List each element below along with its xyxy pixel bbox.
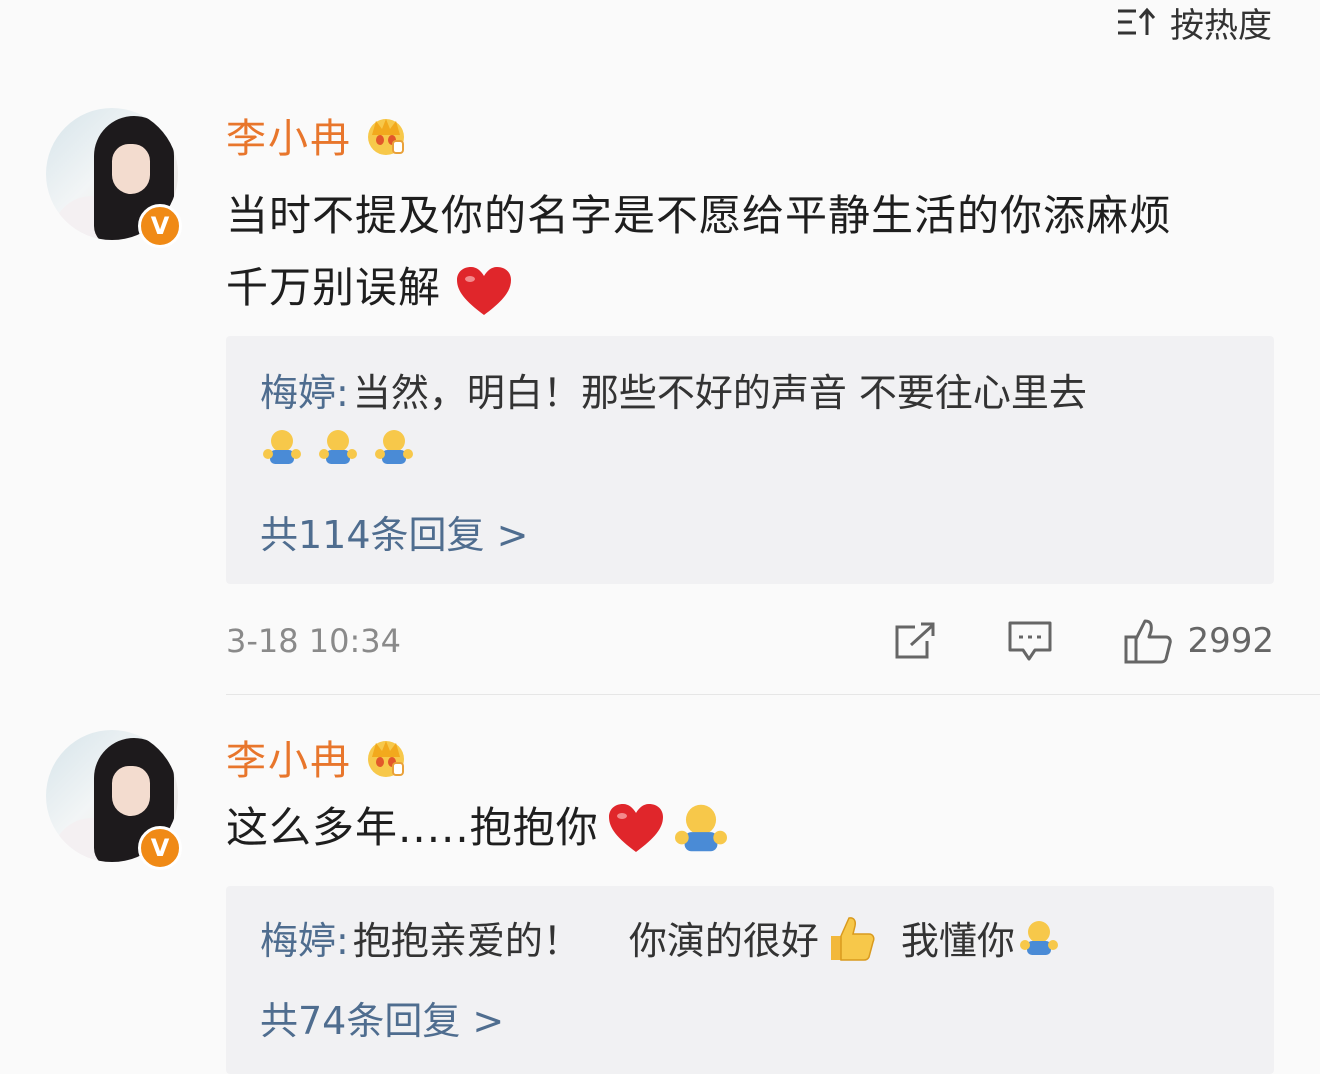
comment-text-line: 当时不提及你的名字是不愿给平静生活的你添麻烦 bbox=[226, 191, 1173, 240]
red-heart-emoji bbox=[608, 804, 663, 852]
comment-author[interactable]: 李小冉 bbox=[226, 728, 352, 786]
reply-box[interactable]: 梅婷: 当然，明白！那些不好的声音 不要往心里去 共114条回复 > bbox=[226, 336, 1274, 584]
reply-text-c: 我懂你 bbox=[900, 919, 1015, 963]
hug-emoji bbox=[375, 430, 413, 464]
hug-emoji bbox=[1019, 920, 1058, 955]
view-replies-link[interactable]: 共114条回复 > bbox=[260, 504, 528, 559]
crown-badge-icon bbox=[368, 741, 404, 777]
view-replies-link[interactable]: 共74条回复 > bbox=[260, 990, 504, 1045]
comment-text-line: 千万别误解 bbox=[226, 252, 1286, 324]
comment-timestamp: 3-18 10:34 bbox=[226, 622, 402, 660]
sort-icon bbox=[1118, 7, 1156, 35]
hug-emoji-group bbox=[262, 428, 414, 466]
like-button[interactable]: 2992 bbox=[1123, 617, 1274, 665]
reply-box[interactable]: 梅婷: 抱抱亲爱的！ 你演的很好 我懂你 共74条回复 > bbox=[226, 886, 1274, 1074]
thumbs-up-emoji bbox=[830, 916, 875, 961]
comment-author[interactable]: 李小冉 bbox=[226, 106, 352, 164]
sort-by-hot-button[interactable]: 按热度 bbox=[1116, 0, 1272, 46]
comment-text-line: 这么多年.....抱抱你 bbox=[226, 803, 599, 852]
share-button[interactable] bbox=[893, 621, 937, 661]
red-heart-emoji bbox=[457, 266, 512, 315]
reply-item: 梅婷: 当然，明白！那些不好的声音 不要往心里去 bbox=[260, 362, 1087, 417]
comment-button[interactable] bbox=[1007, 620, 1053, 662]
comment-text: 这么多年.....抱抱你 bbox=[226, 798, 729, 858]
sort-label: 按热度 bbox=[1170, 5, 1272, 46]
comment-divider bbox=[226, 694, 1320, 695]
crown-badge-icon bbox=[368, 119, 404, 155]
reply-text: 当然，明白！那些不好的声音 不要往心里去 bbox=[352, 371, 1087, 415]
reply-author[interactable]: 梅婷: bbox=[260, 362, 349, 417]
hug-emoji bbox=[263, 430, 301, 464]
reply-author[interactable]: 梅婷: bbox=[260, 910, 349, 965]
share-icon bbox=[895, 622, 935, 659]
comment-footer: 3-18 10:34 2992 bbox=[226, 616, 1274, 666]
comment-text-line-2: 千万别误解 bbox=[226, 263, 442, 312]
reply-text-a: 抱抱亲爱的！ bbox=[352, 919, 581, 963]
comment-text: 当时不提及你的名字是不愿给平静生活的你添麻烦 千万别误解 bbox=[226, 180, 1286, 324]
like-count: 2992 bbox=[1187, 621, 1274, 661]
hug-emoji bbox=[674, 804, 727, 852]
reply-item: 梅婷: 抱抱亲爱的！ 你演的很好 我懂你 bbox=[260, 910, 1059, 965]
verified-v-icon: V bbox=[138, 826, 182, 870]
reply-text-b: 你演的很好 bbox=[628, 919, 819, 963]
verified-v-icon: V bbox=[138, 204, 182, 248]
hug-emoji bbox=[319, 430, 357, 464]
comment-icon bbox=[1008, 621, 1052, 661]
like-icon bbox=[1124, 619, 1173, 664]
